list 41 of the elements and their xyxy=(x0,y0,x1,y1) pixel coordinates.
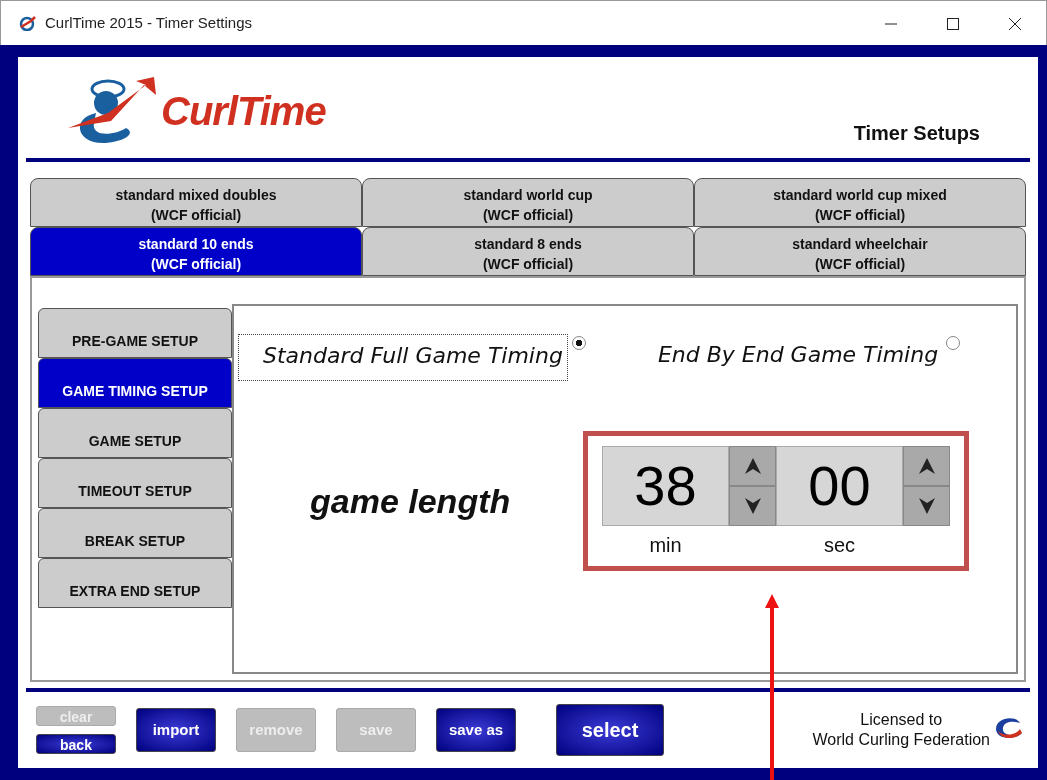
preset-tab[interactable]: standard wheelchair (WCF official) xyxy=(694,227,1026,276)
timing-option-label[interactable]: End By End Game Timing xyxy=(633,334,943,379)
license-text: Licensed to xyxy=(859,710,944,730)
maximize-icon[interactable] xyxy=(946,16,960,31)
header-title: Timer Setups xyxy=(853,121,980,146)
footer-button[interactable]: back xyxy=(36,734,116,754)
game-length-label: game length xyxy=(309,480,512,522)
preset-tab[interactable]: standard world cup mixed (WCF official) xyxy=(694,178,1026,227)
select-button[interactable]: select xyxy=(556,704,664,756)
preset-tab[interactable]: standard mixed doubles (WCF official) xyxy=(30,178,362,227)
preset-tab[interactable]: standard 8 ends (WCF official) xyxy=(362,227,694,276)
footer-button[interactable]: save as xyxy=(436,708,516,752)
up-arrow-icon xyxy=(742,456,763,476)
decrement-button[interactable] xyxy=(729,486,776,526)
setup-menu-item[interactable]: TIMEOUT SETUP xyxy=(38,458,232,508)
app-icon xyxy=(19,15,37,31)
up-arrow-icon xyxy=(916,456,937,476)
close-icon[interactable] xyxy=(1008,16,1022,31)
unit-label: sec xyxy=(822,533,857,558)
radio-button[interactable] xyxy=(571,336,586,350)
unit-label: min xyxy=(648,533,683,558)
preset-tab[interactable]: standard 10 ends (WCF official) xyxy=(30,227,362,276)
setup-menu-item[interactable]: EXTRA END SETUP xyxy=(38,558,232,608)
preset-tab[interactable]: standard world cup (WCF official) xyxy=(362,178,694,227)
timing-option-label[interactable]: Standard Full Game Timing xyxy=(238,334,568,381)
window-title: CurlTime 2015 - Timer Settings xyxy=(45,12,253,33)
setup-menu-item[interactable]: BREAK SETUP xyxy=(38,508,232,558)
setup-menu-item[interactable]: PRE-GAME SETUP xyxy=(38,308,232,358)
increment-button[interactable] xyxy=(729,446,776,486)
setup-menu-item[interactable]: GAME SETUP xyxy=(38,408,232,458)
footer-button[interactable]: import xyxy=(136,708,216,752)
increment-button[interactable] xyxy=(903,446,950,486)
decrement-button[interactable] xyxy=(903,486,950,526)
license-text: World Curling Federation xyxy=(812,730,990,750)
down-arrow-icon xyxy=(742,496,763,516)
logo-text: CurlTime xyxy=(161,87,326,135)
time-value-field[interactable]: 38 xyxy=(602,446,729,526)
down-arrow-icon xyxy=(916,496,937,516)
setup-menu-item[interactable]: GAME TIMING SETUP xyxy=(38,358,232,408)
radio-button[interactable] xyxy=(946,336,961,350)
time-value-field[interactable]: 00 xyxy=(776,446,903,526)
